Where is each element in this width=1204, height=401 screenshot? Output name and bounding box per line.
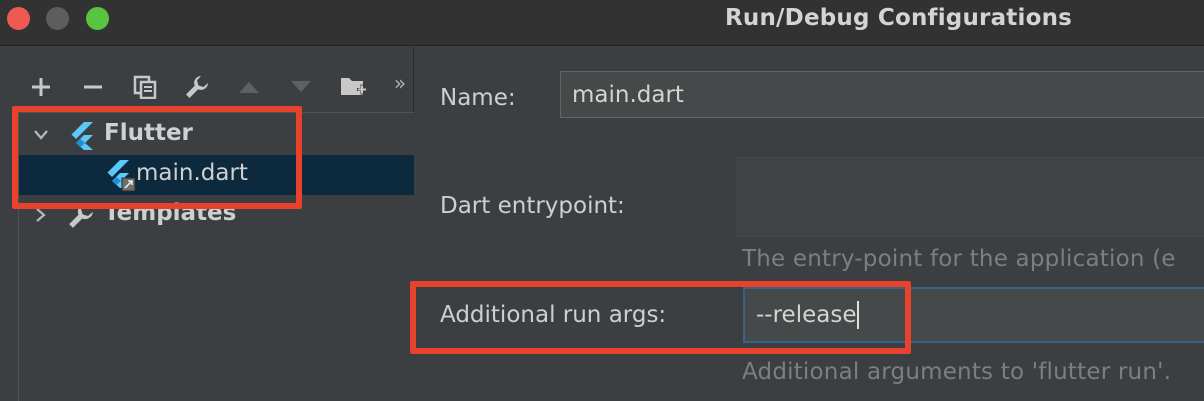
tree-item-templates[interactable]: Templates — [19, 195, 414, 235]
wrench-icon — [186, 76, 208, 98]
dart-entrypoint-hint: The entry-point for the application (e — [742, 246, 1176, 272]
add-configuration-button[interactable] — [25, 67, 57, 107]
move-down-button[interactable] — [285, 67, 317, 107]
copy-icon — [133, 75, 157, 99]
move-up-icon — [239, 82, 259, 93]
title-bar: Run/Debug Configurations — [0, 0, 1204, 46]
text-caret — [857, 301, 860, 329]
add-icon — [32, 78, 50, 96]
move-down-icon — [291, 81, 311, 92]
configurations-tree: Flutter main.dart Templates — [18, 112, 414, 401]
maximize-window-button[interactable] — [86, 7, 109, 30]
more-chevrons-icon: » — [393, 71, 407, 95]
configuration-form: Name: main.dart Dart entrypoint: The ent… — [415, 47, 1204, 401]
flutter-run-config-icon — [107, 160, 136, 192]
tree-item-label: Flutter — [104, 120, 193, 146]
chevron-right-icon[interactable] — [35, 207, 47, 223]
remove-configuration-button[interactable] — [77, 67, 109, 107]
minimize-window-button[interactable] — [46, 7, 69, 30]
copy-configuration-button[interactable] — [129, 67, 161, 107]
tree-item-label: Templates — [104, 200, 237, 226]
additional-run-args-input[interactable]: --release — [743, 287, 1204, 343]
flutter-icon — [71, 122, 93, 150]
more-actions-button[interactable]: » — [386, 67, 414, 107]
tree-item-flutter[interactable]: Flutter — [19, 115, 414, 155]
name-input[interactable]: main.dart — [560, 71, 1204, 118]
wrench-icon — [69, 204, 93, 228]
name-label: Name: — [440, 85, 516, 111]
new-folder-icon — [341, 78, 367, 95]
additional-run-args-label: Additional run args: — [440, 302, 667, 328]
tree-item-label: main.dart — [136, 160, 248, 186]
configurations-sidebar: » Flutter main.dart Templates — [0, 47, 414, 401]
name-value: main.dart — [572, 81, 684, 108]
dart-entrypoint-label: Dart entrypoint: — [440, 193, 625, 219]
tree-item-main-dart[interactable]: main.dart — [19, 155, 414, 195]
remove-icon — [84, 85, 102, 89]
new-folder-button[interactable] — [338, 67, 370, 107]
window-title: Run/Debug Configurations — [725, 5, 1073, 31]
additional-run-args-hint: Additional arguments to 'flutter run'. — [742, 359, 1172, 385]
move-up-button[interactable] — [233, 67, 265, 107]
close-window-button[interactable] — [7, 7, 30, 30]
configurations-toolbar: » — [0, 67, 414, 107]
chevron-down-icon[interactable] — [33, 129, 49, 141]
edit-templates-button[interactable] — [181, 67, 213, 107]
additional-run-args-value: --release — [756, 302, 857, 328]
dart-entrypoint-input[interactable] — [737, 157, 1204, 237]
